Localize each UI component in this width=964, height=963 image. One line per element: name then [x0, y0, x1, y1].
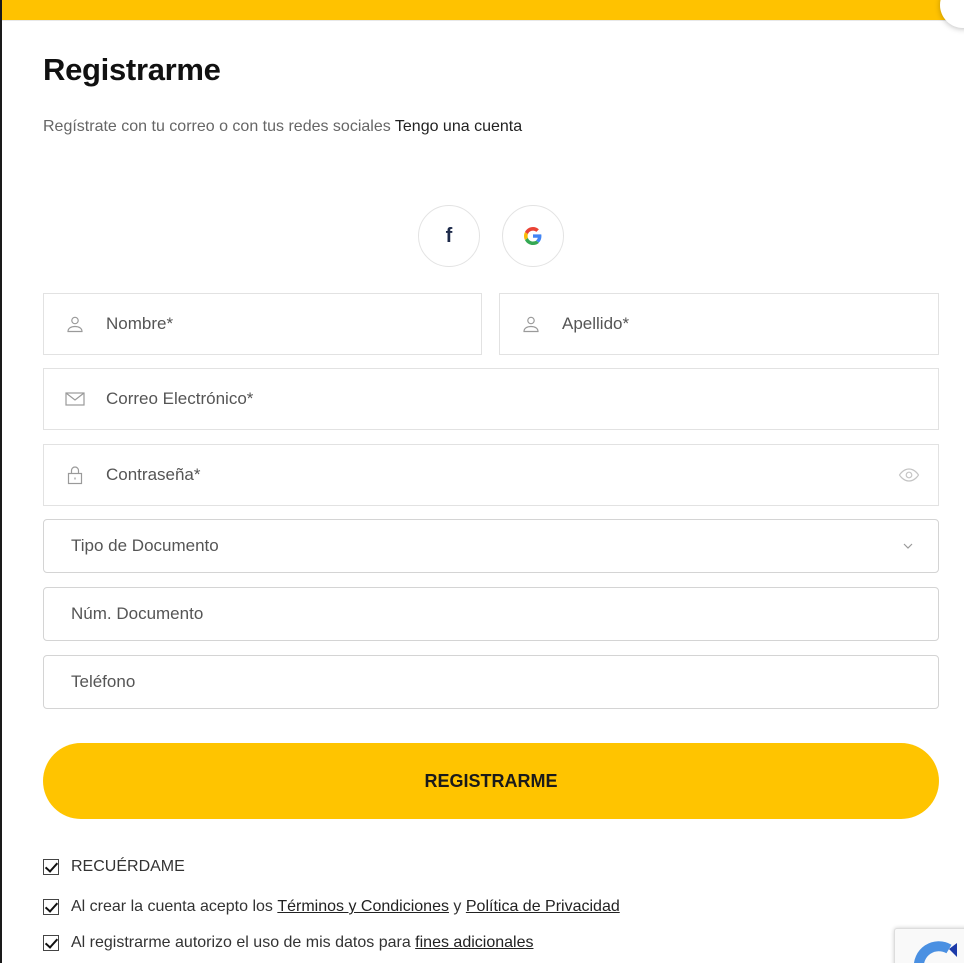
document-number-placeholder: Núm. Documento — [71, 604, 204, 623]
page-title: Registrarme — [43, 52, 221, 87]
user-icon — [520, 313, 542, 335]
data-usage-prefix: Al registrarme autorizo el uso de mis da… — [71, 934, 411, 951]
email-placeholder: Correo Electrónico* — [106, 389, 254, 408]
phone-field[interactable]: Teléfono — [43, 655, 939, 709]
first-name-placeholder: Nombre* — [106, 314, 174, 333]
terms-checkbox[interactable]: Al crear la cuenta acepto los Términos y… — [43, 898, 620, 916]
recaptcha-badge[interactable] — [894, 928, 964, 963]
checkbox-checked[interactable] — [43, 859, 59, 875]
checkbox-checked[interactable] — [43, 899, 59, 915]
email-field[interactable]: Correo Electrónico* — [43, 368, 939, 430]
eye-icon[interactable] — [898, 464, 920, 491]
user-icon — [64, 313, 86, 335]
terms-and: y — [453, 898, 462, 915]
privacy-link[interactable]: Política de Privacidad — [466, 898, 620, 916]
facebook-login-button[interactable]: f — [418, 205, 480, 267]
document-type-select[interactable]: Tipo de Documento — [43, 519, 939, 573]
data-usage-checkbox[interactable]: Al registrarme autorizo el uso de mis da… — [43, 934, 533, 952]
remember-me-label: RECUÉRDAME — [71, 858, 185, 875]
page-subtitle: Regístrate con tu correo o con tus redes… — [43, 110, 563, 144]
top-accent-bar — [2, 0, 964, 20]
additional-purposes-link[interactable]: fines adicionales — [415, 934, 533, 952]
document-type-value: Tipo de Documento — [71, 536, 219, 555]
register-button-label: REGISTRARME — [424, 770, 558, 791]
terms-prefix: Al crear la cuenta acepto los — [71, 898, 273, 915]
login-link[interactable]: Tengo una cuenta — [395, 118, 522, 135]
lock-icon — [64, 464, 86, 486]
remember-me-checkbox[interactable]: RECUÉRDAME — [43, 858, 185, 876]
checkbox-checked[interactable] — [43, 935, 59, 951]
google-login-button[interactable] — [502, 205, 564, 267]
password-field[interactable]: Contraseña* — [43, 444, 939, 506]
subtitle-text: Regístrate con tu correo o con tus redes… — [43, 118, 391, 135]
phone-placeholder: Teléfono — [71, 672, 136, 691]
register-button[interactable]: REGISTRARME — [43, 743, 939, 819]
document-number-field[interactable]: Núm. Documento — [43, 587, 939, 641]
mail-icon — [64, 388, 86, 410]
first-name-field[interactable]: Nombre* — [43, 293, 482, 355]
password-placeholder: Contraseña* — [106, 465, 201, 484]
facebook-icon: f — [445, 224, 453, 247]
top-bar-divider — [2, 20, 964, 21]
last-name-field[interactable]: Apellido* — [499, 293, 939, 355]
last-name-placeholder: Apellido* — [562, 314, 630, 333]
chevron-down-icon — [902, 539, 914, 557]
recaptcha-icon — [914, 941, 957, 963]
google-icon — [524, 227, 542, 245]
terms-link[interactable]: Términos y Condiciones — [277, 898, 449, 916]
